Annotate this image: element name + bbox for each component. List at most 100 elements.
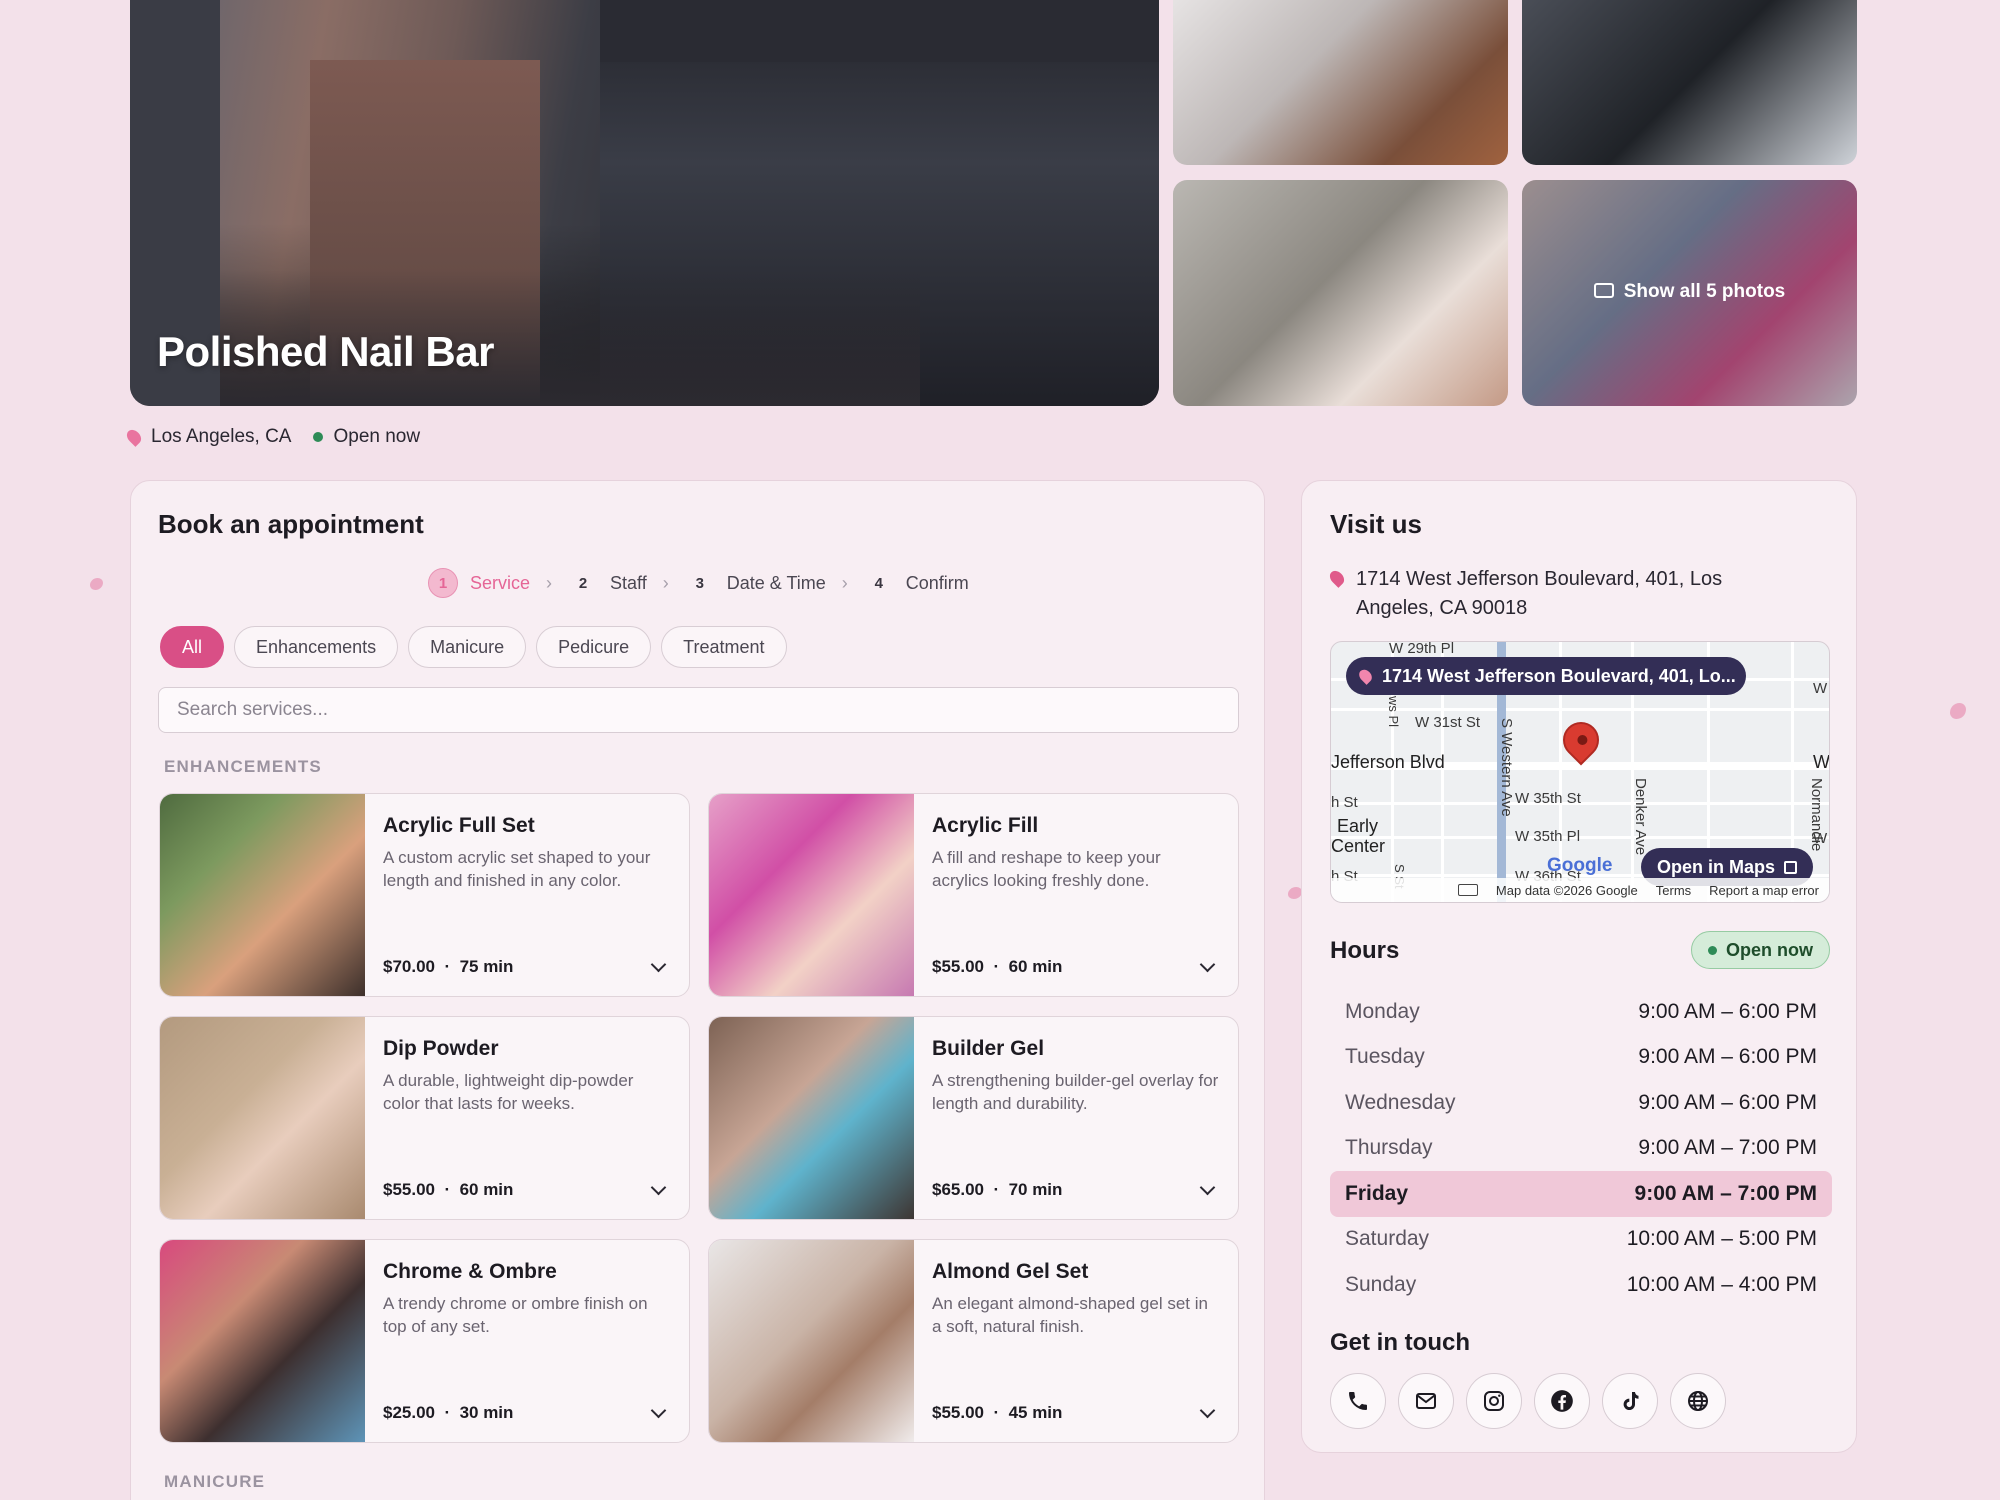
decorative-petal (1288, 887, 1302, 899)
map-street-label: S Western Ave (1498, 718, 1515, 817)
gallery-photo-salon-interior[interactable] (1522, 0, 1857, 165)
filter-chip-treatment[interactable]: Treatment (661, 626, 787, 668)
hours-day: Tuesday (1345, 1045, 1425, 1069)
service-price-duration: $55.00 · 60 min (932, 957, 1063, 976)
hours-row: Monday 9:00 AM – 6:00 PM (1330, 989, 1832, 1035)
email-button[interactable] (1398, 1373, 1454, 1429)
visit-title: Visit us (1330, 509, 1423, 539)
service-description: A strengthening builder-gel overlay for … (932, 1071, 1219, 1113)
service-name: Builder Gel (932, 1037, 1045, 1060)
external-link-icon (1784, 860, 1798, 874)
chevron-right-icon: › (841, 572, 848, 593)
photos-icon (1593, 283, 1614, 298)
phone-button[interactable] (1330, 1373, 1386, 1429)
map-street-label: W 29th Pl (1389, 641, 1455, 657)
booking-steps: 1 Service › 2 Staff › 3 Date & Time › 4 … (428, 568, 969, 598)
open-in-maps-label: Open in Maps (1657, 856, 1776, 877)
step-date-time[interactable]: Date & Time (727, 573, 826, 594)
hours-time: 10:00 AM – 4:00 PM (1626, 1272, 1817, 1296)
map-embed[interactable]: W 29th Pl W 30th St W 31st St Jefferson … (1330, 641, 1830, 903)
search-services-input[interactable] (158, 687, 1239, 733)
service-photo (709, 1017, 914, 1219)
chevron-down-icon[interactable] (1194, 1400, 1220, 1426)
map-street-label: W 35th St (1515, 790, 1581, 807)
step-number: 1 (428, 568, 458, 598)
service-photo (160, 1240, 365, 1442)
service-card-builder-gel[interactable]: Builder Gel A strengthening builder-gel … (708, 1016, 1239, 1220)
hours-title: Hours (1330, 937, 1400, 964)
open-status-badge: Open now (1691, 931, 1830, 969)
section-heading-enhancements: ENHANCEMENTS (164, 757, 322, 776)
show-all-photos-label: Show all 5 photos (1623, 281, 1786, 302)
hero-photo[interactable]: Polished Nail Bar (130, 0, 1159, 406)
service-price-duration: $70.00 · 75 min (383, 957, 514, 976)
filter-chip-pedicure[interactable]: Pedicure (536, 626, 652, 668)
service-description: A fill and reshape to keep your acrylics… (932, 848, 1161, 890)
chevron-down-icon[interactable] (1194, 1177, 1220, 1203)
website-button[interactable] (1670, 1373, 1726, 1429)
hours-time: 9:00 AM – 7:00 PM (1634, 1181, 1817, 1205)
service-description: A durable, lightweight dip-powder color … (383, 1071, 634, 1113)
step-number: 4 (874, 574, 883, 592)
service-card-dip-powder[interactable]: Dip Powder A durable, lightweight dip-po… (159, 1016, 690, 1220)
service-name: Chrome & Ombre (383, 1260, 557, 1283)
filter-chip-all[interactable]: All (160, 626, 225, 668)
hours-table: Monday 9:00 AM – 6:00 PM Tuesday 9:00 AM –… (1330, 989, 1832, 1308)
map-address-pill[interactable]: 1714 West Jefferson Boulevard, 401, Lo..… (1346, 657, 1746, 695)
instagram-button[interactable] (1466, 1373, 1522, 1429)
hours-time: 9:00 AM – 6:00 PM (1638, 1045, 1817, 1069)
tiktok-button[interactable] (1602, 1373, 1658, 1429)
hours-day: Sunday (1345, 1272, 1417, 1296)
gallery-photo-pedicure-chair[interactable] (1173, 0, 1508, 165)
step-confirm[interactable]: Confirm (906, 573, 969, 594)
hours-time: 9:00 AM – 6:00 PM (1638, 1090, 1817, 1114)
hours-time: 9:00 AM – 7:00 PM (1638, 1136, 1817, 1160)
booking-title: Book an appointment (158, 509, 424, 539)
step-service[interactable]: Service (470, 573, 530, 594)
location-pin-icon (124, 427, 144, 447)
open-status-badge-label: Open now (1726, 939, 1813, 960)
map-street-label: W 31st St (1415, 714, 1481, 731)
chevron-right-icon: › (546, 572, 553, 593)
report-map-error-link[interactable]: Report a map error (1709, 883, 1819, 898)
map-street-label: ws Pl (1386, 696, 1401, 728)
hours-row: Saturday 10:00 AM – 5:00 PM (1330, 1217, 1832, 1263)
show-all-photos-button[interactable]: Show all 5 photos (1522, 281, 1857, 303)
step-number: 3 (695, 574, 704, 592)
gallery-photo-lounge[interactable] (1173, 180, 1508, 406)
service-card-chrome-ombre[interactable]: Chrome & Ombre A trendy chrome or ombre … (159, 1239, 690, 1443)
service-description: A custom acrylic set shaped to your leng… (383, 848, 651, 890)
phone-icon (1349, 1392, 1367, 1410)
filter-chip-enhancements[interactable]: Enhancements (234, 626, 399, 668)
hours-day: Monday (1345, 999, 1420, 1023)
facebook-icon (1551, 1390, 1573, 1412)
decorative-petal (90, 578, 103, 590)
step-staff[interactable]: Staff (610, 573, 647, 594)
contact-title: Get in touch (1330, 1329, 1470, 1356)
hours-day: Wednesday (1345, 1090, 1456, 1114)
instagram-icon (1484, 1391, 1504, 1411)
map-data-text: Map data ©2026 Google (1495, 882, 1638, 898)
map-marker-icon[interactable] (1555, 714, 1607, 766)
chevron-down-icon[interactable] (645, 954, 671, 980)
visit-card: Visit us 1714 West Jefferson Boulevard, … (1301, 480, 1857, 1453)
facebook-button[interactable] (1534, 1373, 1590, 1429)
keyboard-shortcuts-icon[interactable] (1457, 884, 1478, 896)
chevron-down-icon[interactable] (1194, 954, 1220, 980)
chevron-down-icon[interactable] (645, 1400, 671, 1426)
service-card-acrylic-fill[interactable]: Acrylic Fill A fill and reshape to keep … (708, 793, 1239, 997)
service-name: Acrylic Fill (932, 814, 1039, 837)
map-place-label: Center (1331, 836, 1386, 856)
map-street-label: W 35th Pl (1515, 828, 1581, 845)
contact-links (1330, 1373, 1726, 1429)
filter-chip-manicure[interactable]: Manicure (408, 626, 527, 668)
step-number: 2 (578, 574, 588, 592)
service-price-duration: $55.00 · 60 min (383, 1180, 514, 1199)
service-card-acrylic-full-set[interactable]: Acrylic Full Set A custom acrylic set sh… (159, 793, 690, 997)
chevron-down-icon[interactable] (645, 1177, 671, 1203)
service-card-almond-gel-set[interactable]: Almond Gel Set An elegant almond-shaped … (708, 1239, 1239, 1443)
service-photo (160, 794, 365, 996)
gallery-photo-reception[interactable]: Show all 5 photos (1522, 180, 1857, 406)
service-photo (160, 1017, 365, 1219)
map-terms-link[interactable]: Terms (1656, 883, 1691, 898)
